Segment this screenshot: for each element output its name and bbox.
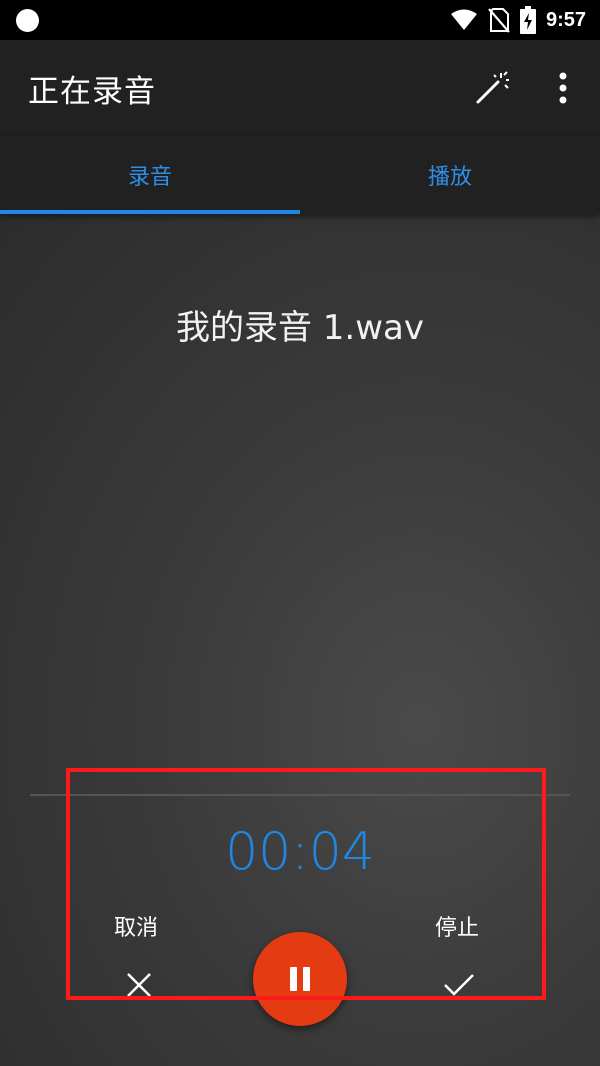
pause-icon: [290, 967, 297, 991]
more-vert-icon[interactable]: [548, 70, 578, 106]
stop-button[interactable]: [436, 962, 482, 1008]
elapsed-timer: 00:04: [225, 822, 375, 882]
page-title: 正在录音: [28, 74, 156, 110]
recording-panel: 我的录音 1.wav 00:04 取消 停止: [0, 214, 600, 1066]
cancel-label: 取消: [114, 916, 159, 941]
divider: [30, 794, 570, 796]
tab-record[interactable]: 录音: [0, 136, 300, 214]
circle-icon: [16, 9, 39, 32]
cancel-button[interactable]: [116, 962, 162, 1008]
close-icon: [127, 973, 151, 997]
status-time: 9:57: [545, 8, 586, 31]
tab-record-label: 录音: [127, 165, 172, 190]
magic-wand-icon[interactable]: [474, 70, 510, 106]
stop-label: 停止: [435, 916, 480, 941]
wifi-icon: [450, 9, 477, 30]
recording-file-name: 我的录音 1.wav: [175, 308, 424, 348]
status-bar: 9:57: [0, 0, 600, 40]
status-icons: 9:57: [450, 0, 586, 40]
check-icon: [444, 974, 474, 996]
tab-indicator: [0, 210, 300, 214]
no-sim-icon: [488, 8, 510, 33]
tab-playback-label: 播放: [427, 165, 472, 190]
battery-charging-icon: [519, 6, 536, 34]
tab-bar: 录音 播放: [0, 136, 600, 214]
tab-playback[interactable]: 播放: [300, 136, 600, 214]
app-bar: 正在录音: [0, 40, 600, 136]
pause-button[interactable]: [253, 932, 347, 1026]
pause-icon: [303, 967, 310, 991]
